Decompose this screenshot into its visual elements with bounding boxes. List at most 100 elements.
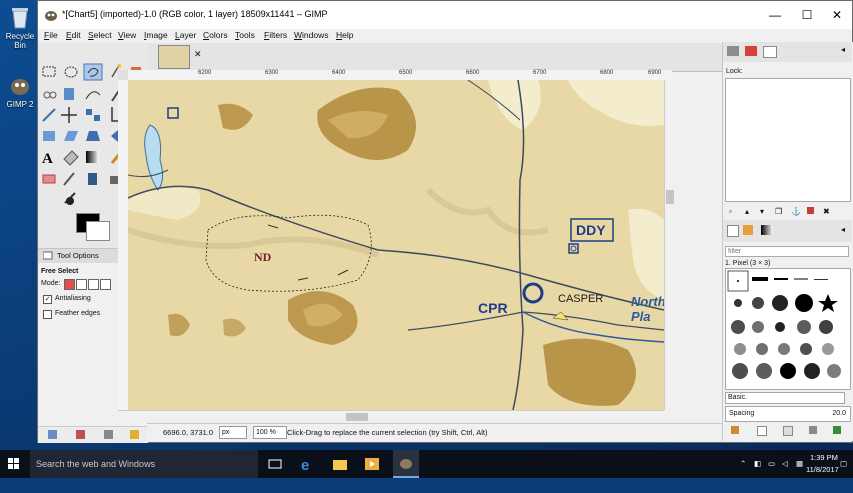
align-tool-icon[interactable]	[86, 109, 100, 121]
network-icon[interactable]: ▭	[768, 459, 775, 487]
mode-intersect-icon[interactable]	[100, 279, 111, 290]
image-canvas[interactable]: DDY CPR CASPER North Pla ND	[128, 80, 664, 410]
edit-brush-icon[interactable]	[731, 426, 739, 434]
feather-edges-checkbox[interactable]	[43, 310, 52, 319]
raise-layer-icon[interactable]: ▴	[745, 207, 749, 216]
measure-tool-icon[interactable]	[42, 108, 56, 122]
delete-brush-icon[interactable]	[809, 426, 817, 434]
perspective-tool-icon[interactable]	[86, 131, 100, 141]
mode-subtract-icon[interactable]	[88, 279, 99, 290]
duplicate-layer-icon[interactable]: ❐	[775, 207, 782, 216]
minimize-button[interactable]: —	[760, 1, 790, 29]
menu-tools[interactable]: Tools	[235, 30, 255, 40]
unit-select[interactable]: px	[219, 426, 247, 439]
menu-view[interactable]: View	[118, 30, 136, 40]
vertical-scroll-thumb[interactable]	[666, 190, 674, 204]
blend-tool-icon[interactable]	[86, 151, 99, 163]
close-tab-icon[interactable]: ✕	[194, 49, 202, 60]
move-tool-icon[interactable]	[61, 107, 77, 123]
layers-list[interactable]	[725, 78, 851, 202]
taskbar-search[interactable]: Search the web and Windows	[30, 450, 258, 478]
airbrush-tool-icon[interactable]	[63, 172, 75, 186]
menu-file[interactable]: File	[44, 30, 58, 40]
gimp-desktop-icon[interactable]: GIMP 2	[0, 72, 40, 109]
restore-options-icon[interactable]	[76, 430, 85, 439]
text-tool-icon[interactable]: A	[42, 151, 53, 167]
paths-tool-icon[interactable]	[85, 91, 101, 100]
menu-select[interactable]: Select	[88, 30, 112, 40]
background-color-swatch[interactable]	[86, 221, 110, 241]
brush-grid[interactable]	[725, 268, 851, 390]
menu-windows[interactable]: Windows	[294, 30, 329, 40]
antialiasing-checkbox[interactable]: ✓	[43, 295, 52, 304]
mode-replace-icon[interactable]	[64, 279, 75, 290]
spacing-slider[interactable]: Spacing 20.0	[725, 406, 851, 422]
anchor-layer-icon[interactable]: ⚓	[791, 207, 801, 216]
task-view-icon[interactable]	[266, 455, 284, 473]
mask-layer-icon[interactable]	[807, 207, 814, 214]
menu-image[interactable]: Image	[144, 30, 168, 40]
keyboard-icon[interactable]: ▦	[796, 459, 803, 487]
scale-tool-icon[interactable]	[43, 131, 55, 141]
mode-add-icon[interactable]	[76, 279, 87, 290]
clock-date[interactable]: 11/8/2017	[806, 465, 839, 493]
ink-tool-icon[interactable]	[88, 173, 97, 185]
paths-tab-icon[interactable]	[763, 46, 777, 58]
dock-tab-menu-icon[interactable]: ◂	[841, 45, 845, 54]
delete-layer-icon[interactable]: ✖	[823, 207, 830, 216]
ruler-corner[interactable]	[118, 70, 128, 80]
maximize-button[interactable]: ☐	[792, 1, 822, 29]
new-brush-icon[interactable]	[757, 426, 767, 436]
recycle-bin-label: Recycle Bin	[5, 32, 35, 50]
new-layer-icon[interactable]: ▫	[729, 207, 732, 216]
media-player-icon[interactable]	[363, 455, 381, 473]
free-select-tool-icon[interactable]	[83, 63, 103, 81]
foreground-select-tool-icon[interactable]	[64, 88, 74, 100]
channels-tab-icon[interactable]	[745, 46, 757, 56]
menu-colors[interactable]: Colors	[203, 30, 228, 40]
gradients-tab-icon[interactable]	[761, 225, 773, 235]
brush-preset-select[interactable]: Basic.	[725, 392, 845, 404]
close-button[interactable]: ✕	[822, 1, 852, 29]
gimp-taskbar-button[interactable]	[393, 450, 419, 478]
patterns-tab-icon[interactable]	[743, 225, 753, 235]
recycle-bin-desktop-icon[interactable]: Recycle Bin	[0, 4, 40, 50]
edge-icon[interactable]: e	[298, 455, 316, 474]
rect-select-tool-icon[interactable]	[42, 66, 56, 77]
eraser-tool-icon[interactable]	[42, 174, 56, 184]
menu-edit[interactable]: Edit	[66, 30, 81, 40]
svg-text:e: e	[301, 457, 309, 473]
refresh-brushes-icon[interactable]	[833, 426, 841, 434]
file-explorer-icon[interactable]	[331, 455, 349, 473]
start-icon[interactable]	[8, 458, 20, 472]
delete-options-icon[interactable]	[104, 430, 113, 439]
dodge-burn-tool-icon[interactable]	[66, 197, 74, 205]
bucket-fill-tool-icon[interactable]	[63, 150, 79, 166]
menu-filters[interactable]: Filters	[264, 30, 287, 40]
menu-help[interactable]: Help	[336, 30, 353, 40]
brushes-tab-menu-icon[interactable]: ◂	[841, 225, 845, 234]
brushes-tab-icon[interactable]	[727, 225, 739, 237]
notifications-icon[interactable]: ▢	[840, 459, 847, 487]
horizontal-scroll-thumb[interactable]	[346, 413, 368, 421]
volume-icon[interactable]: ◁	[782, 459, 788, 487]
reset-options-icon[interactable]	[130, 430, 139, 439]
spacing-label: Spacing	[729, 410, 755, 417]
duplicate-brush-icon[interactable]	[783, 426, 793, 436]
brush-filter-input[interactable]	[725, 246, 849, 257]
scissors-tool-icon[interactable]	[43, 91, 57, 99]
vertical-scrollbar[interactable]	[664, 80, 675, 410]
tray-app-icon[interactable]: ◧	[754, 459, 761, 487]
ellipse-select-tool-icon[interactable]	[64, 66, 78, 78]
lower-layer-icon[interactable]: ▾	[760, 207, 764, 216]
zoom-select[interactable]: 100 %	[253, 426, 287, 439]
save-options-icon[interactable]	[48, 430, 57, 439]
menu-layer[interactable]: Layer	[175, 30, 196, 40]
lock-label: Lock:	[726, 68, 743, 75]
horizontal-scrollbar[interactable]	[118, 410, 664, 423]
image-thumbnail-tab[interactable]	[158, 45, 190, 69]
tray-chevron-icon[interactable]: ⌃	[740, 459, 746, 487]
title-bar[interactable]: *[Chart5] (imported)-1.0 (RGB color, 1 l…	[38, 1, 852, 29]
shear-tool-icon[interactable]	[64, 131, 78, 141]
layers-tab-icon[interactable]	[727, 46, 739, 56]
